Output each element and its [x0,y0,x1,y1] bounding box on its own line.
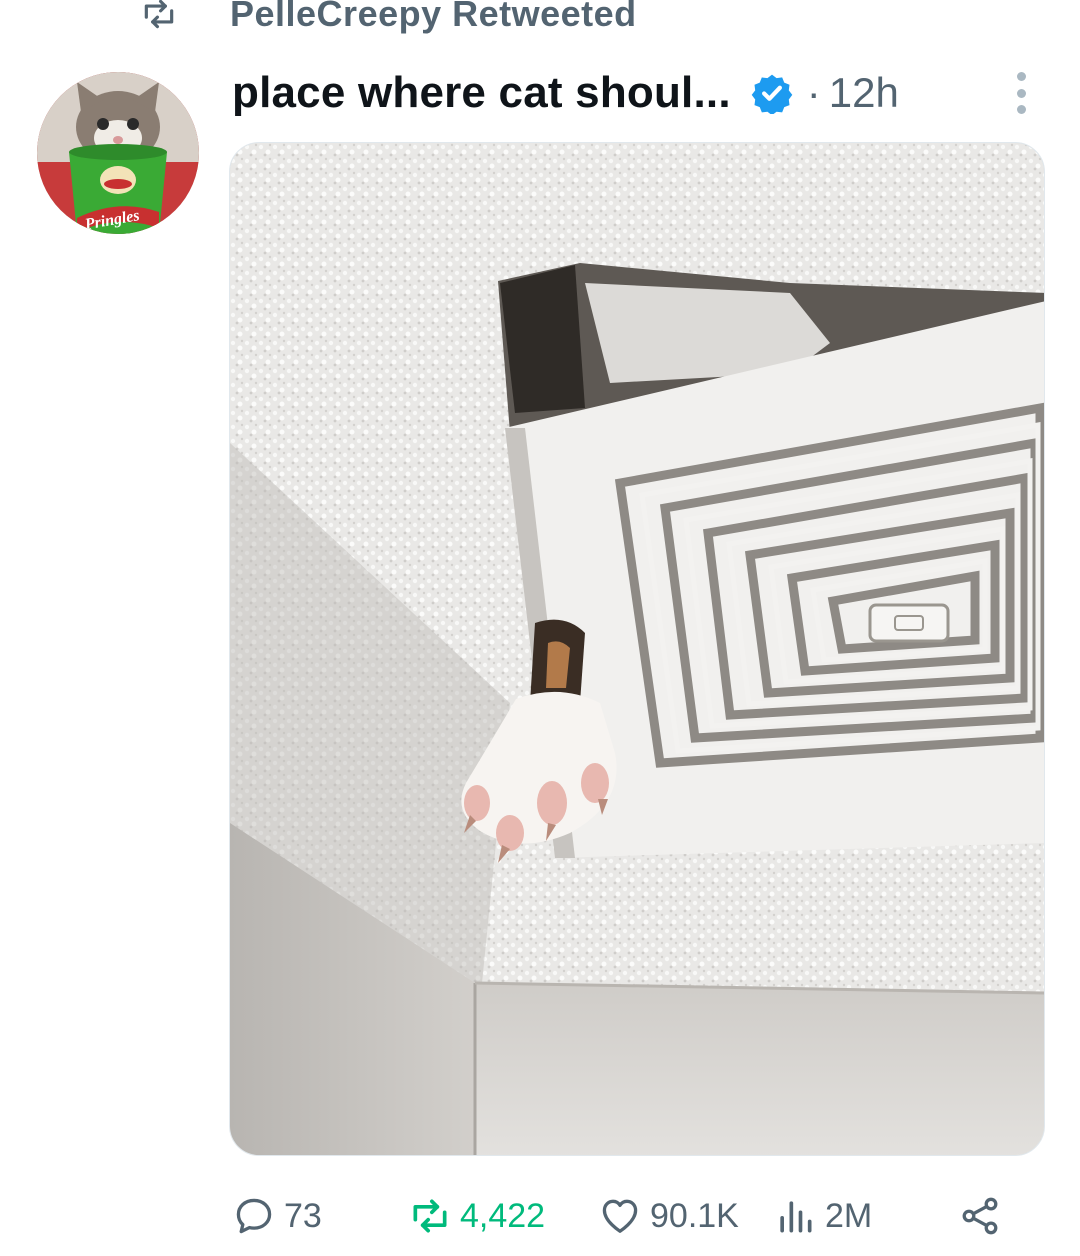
view-count: 2M [825,1196,873,1235]
avatar[interactable]: Pringles [37,72,199,234]
retweet-button[interactable]: 4,422 [408,1180,545,1252]
more-options-icon[interactable] [1003,70,1039,116]
tweet-media-image[interactable] [229,142,1045,1156]
tweet-actions: 73 4,422 90.1K 2M [0,1180,1080,1252]
views-chart-icon [780,1201,812,1233]
like-button[interactable]: 90.1K [598,1180,739,1252]
tweet-header: place where cat shoul... · 12h [232,62,899,124]
avatar-image: Pringles [37,72,199,234]
reply-count: 73 [284,1196,322,1235]
tweet-timestamp[interactable]: 12h [829,69,899,117]
retweet-icon [413,1199,447,1233]
views-button[interactable]: 2M [773,1180,872,1252]
header-separator: · [806,69,821,116]
share-button[interactable] [958,1180,1002,1252]
reply-icon [236,1198,272,1234]
retweet-context[interactable]: PelleCreepy Retweeted [140,0,637,40]
share-icon [962,1197,998,1235]
media-photo [230,143,1044,1155]
reply-button[interactable]: 73 [232,1180,322,1252]
heart-icon [602,1199,638,1233]
retweet-icon [144,0,174,29]
retweet-context-label: PelleCreepy Retweeted [230,0,637,34]
like-count: 90.1K [650,1196,739,1235]
verified-badge-icon [751,74,793,114]
author-name[interactable]: place where cat shoul... [232,68,731,118]
retweet-count: 4,422 [460,1196,546,1235]
